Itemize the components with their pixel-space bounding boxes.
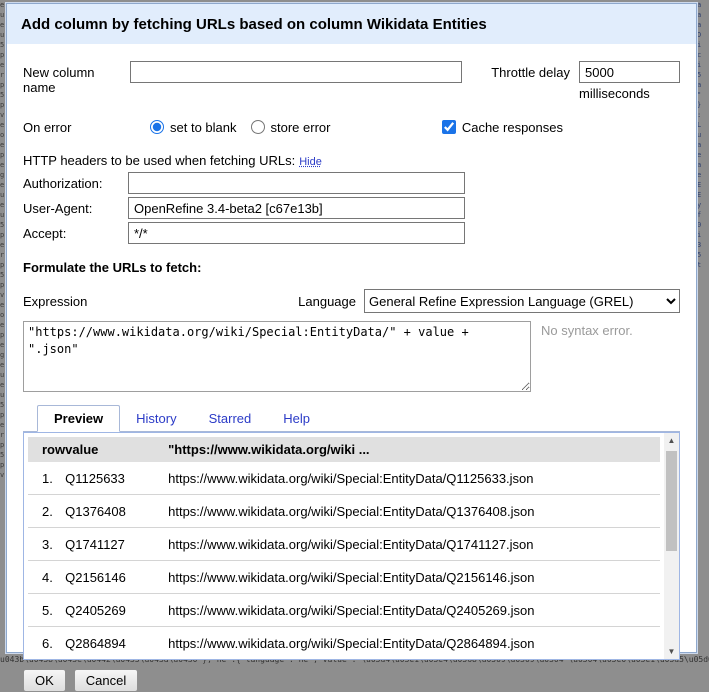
user-agent-label: User-Agent: xyxy=(23,201,128,216)
set-to-blank-option[interactable]: set to blank xyxy=(150,120,237,135)
preview-scrollbar[interactable]: ▲ ▼ xyxy=(664,433,679,659)
row-url: https://www.wikidata.org/wiki/Special:En… xyxy=(168,528,660,561)
cache-responses-option[interactable]: Cache responses xyxy=(442,120,563,135)
scrollbar-down-icon[interactable]: ▼ xyxy=(664,644,679,659)
preview-panel: row value "https://www.wikidata.org/wiki… xyxy=(23,432,680,660)
syntax-status: No syntax error. xyxy=(541,321,633,392)
authorization-label: Authorization: xyxy=(23,176,128,191)
row-index: 2. xyxy=(28,495,65,528)
row-index: 5. xyxy=(28,594,65,627)
http-header-row: User-Agent: xyxy=(23,197,680,219)
table-row: 6. Q2864894 https://www.wikidata.org/wik… xyxy=(28,627,660,660)
store-error-radio[interactable] xyxy=(251,120,265,134)
row-index: 6. xyxy=(28,627,65,660)
user-agent-input[interactable] xyxy=(128,197,465,219)
expression-label: Expression xyxy=(23,294,87,309)
cache-responses-checkbox[interactable] xyxy=(442,120,456,134)
row-index: 1. xyxy=(28,462,65,495)
http-header-row: Authorization: xyxy=(23,172,680,194)
column-header-value: value xyxy=(65,437,168,462)
row-value: Q2864894 xyxy=(65,627,168,660)
table-row: 3. Q1741127 https://www.wikidata.org/wik… xyxy=(28,528,660,561)
row-index: 4. xyxy=(28,561,65,594)
preview-tab-bar: Preview History Starred Help xyxy=(23,404,680,432)
formulate-urls-label: Formulate the URLs to fetch: xyxy=(23,260,680,275)
row-value: Q2405269 xyxy=(65,594,168,627)
new-column-row: New column name Throttle delay milliseco… xyxy=(23,61,680,101)
dialog-title-bar: Add column by fetching URLs based on col… xyxy=(7,4,696,44)
table-row: 2. Q1376408 https://www.wikidata.org/wik… xyxy=(28,495,660,528)
set-to-blank-radio[interactable] xyxy=(150,120,164,134)
set-to-blank-label: set to blank xyxy=(170,120,237,135)
expression-row: Expression Language General Refine Expre… xyxy=(23,289,680,313)
new-column-input[interactable] xyxy=(130,61,462,83)
column-header-row: row xyxy=(28,437,65,462)
tab-help[interactable]: Help xyxy=(267,406,326,431)
cache-responses-label: Cache responses xyxy=(462,120,563,135)
accept-input[interactable] xyxy=(128,222,465,244)
new-column-label: New column name xyxy=(23,61,130,95)
table-row: 5. Q2405269 https://www.wikidata.org/wik… xyxy=(28,594,660,627)
http-headers-label: HTTP headers to be used when fetching UR… xyxy=(23,153,295,168)
row-url: https://www.wikidata.org/wiki/Special:En… xyxy=(168,594,660,627)
table-row: 4. Q2156146 https://www.wikidata.org/wik… xyxy=(28,561,660,594)
http-headers-title-row: HTTP headers to be used when fetching UR… xyxy=(23,153,680,168)
tab-preview[interactable]: Preview xyxy=(37,405,120,432)
preview-header-row: row value "https://www.wikidata.org/wiki… xyxy=(28,437,660,462)
http-headers-grid: Authorization: User-Agent: Accept: xyxy=(23,172,680,244)
http-header-row: Accept: xyxy=(23,222,680,244)
tab-history[interactable]: History xyxy=(120,406,192,431)
language-label: Language xyxy=(298,294,356,309)
expression-textarea[interactable]: "https://www.wikidata.org/wiki/Special:E… xyxy=(23,321,531,392)
column-header-url: "https://www.wikidata.org/wiki ... xyxy=(168,437,660,462)
add-column-fetch-dialog: Add column by fetching URLs based on col… xyxy=(6,3,697,653)
row-value: Q2156146 xyxy=(65,561,168,594)
ok-button[interactable]: OK xyxy=(23,669,66,692)
row-url: https://www.wikidata.org/wiki/Special:En… xyxy=(168,462,660,495)
dialog-button-row: OK Cancel xyxy=(23,669,680,692)
row-value: Q1376408 xyxy=(65,495,168,528)
table-row: 1. Q1125633 https://www.wikidata.org/wik… xyxy=(28,462,660,495)
backdrop-right-fragment: a a a D i c i 5 a " } : L u a e a e E E … xyxy=(697,0,709,666)
on-error-row: On error set to blank store error Cache … xyxy=(23,117,680,137)
accept-label: Accept: xyxy=(23,226,128,241)
scrollbar-up-icon[interactable]: ▲ xyxy=(664,433,679,448)
store-error-option[interactable]: store error xyxy=(251,120,331,135)
throttle-delay-input[interactable] xyxy=(579,61,680,83)
language-select[interactable]: General Refine Expression Language (GREL… xyxy=(364,289,680,313)
expression-editor-row: "https://www.wikidata.org/wiki/Special:E… xyxy=(23,321,680,392)
row-url: https://www.wikidata.org/wiki/Special:En… xyxy=(168,627,660,660)
preview-table-area: row value "https://www.wikidata.org/wiki… xyxy=(28,437,660,659)
authorization-input[interactable] xyxy=(128,172,465,194)
row-url: https://www.wikidata.org/wiki/Special:En… xyxy=(168,561,660,594)
row-url: https://www.wikidata.org/wiki/Special:En… xyxy=(168,495,660,528)
row-index: 3. xyxy=(28,528,65,561)
row-value: Q1125633 xyxy=(65,462,168,495)
milliseconds-label: milliseconds xyxy=(579,86,680,101)
tab-starred[interactable]: Starred xyxy=(193,406,268,431)
hide-link[interactable]: Hide xyxy=(299,156,322,168)
scrollbar-thumb[interactable] xyxy=(666,451,677,551)
row-value: Q1741127 xyxy=(65,528,168,561)
on-error-label: On error xyxy=(23,120,150,135)
dialog-title: Add column by fetching URLs based on col… xyxy=(21,16,487,33)
preview-table: row value "https://www.wikidata.org/wiki… xyxy=(28,437,660,659)
cancel-button[interactable]: Cancel xyxy=(74,669,138,692)
throttle-delay-label: Throttle delay xyxy=(491,61,570,80)
store-error-label: store error xyxy=(271,120,331,135)
